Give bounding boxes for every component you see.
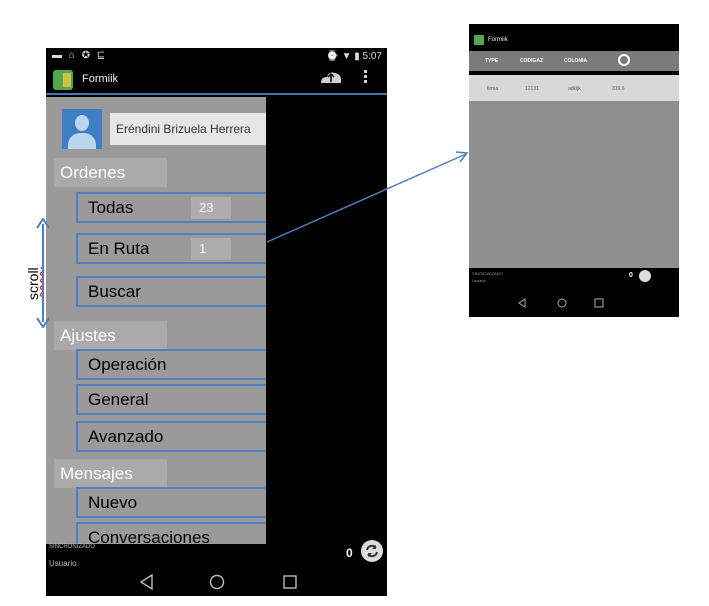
recents-icon[interactable]: [281, 574, 299, 590]
menu-item-label: Operación: [88, 355, 167, 374]
scroll-arrow-icon: [36, 218, 50, 328]
status-bar: [469, 24, 679, 32]
menu-item-todas[interactable]: Todas 23: [76, 192, 266, 223]
count-badge: 23: [191, 197, 231, 219]
notification-icons: ▬ ⌂ ✪ ⊑: [52, 50, 108, 61]
column-header[interactable]: CODIGAZ: [520, 58, 543, 64]
menu-item-general[interactable]: General: [76, 384, 266, 415]
section-header-mensajes: Mensajes: [54, 459, 167, 488]
table-cell: 319.6: [612, 86, 625, 92]
app-title: Formiik: [82, 73, 119, 85]
table-cell: adkljk: [568, 86, 581, 92]
table-header: TYPE CODIGAZ COLONIA: [469, 51, 679, 71]
table-row[interactable]: firma 12131 adkljk 319.6: [469, 75, 679, 101]
sync-icon[interactable]: [639, 270, 651, 282]
list-area: [469, 101, 679, 268]
main-phone-screen: ▬ ⌂ ✪ ⊑ ⌚ ▼ ▮ 5:07 Formiik Eréndini Briz…: [46, 48, 387, 596]
menu-item-label: Todas: [88, 198, 134, 217]
action-bar: Formiik: [46, 65, 387, 95]
user-label: Usuario: [472, 278, 486, 283]
count-badge: 1: [191, 238, 231, 260]
menu-item-avanzado[interactable]: Avanzado: [76, 421, 266, 452]
sync-label: SINCRONIZADO: [472, 271, 503, 276]
menu-item-operacion[interactable]: Operación: [76, 349, 266, 380]
sync-label: SINCRONIZADO: [49, 544, 96, 550]
user-name: Eréndini Brizuela Herrera: [110, 113, 266, 145]
menu-item-label: Nuevo: [88, 493, 138, 512]
pending-count: 0: [346, 546, 353, 560]
system-nav-bar: [46, 570, 387, 596]
section-header-ajustes: Ajustes: [54, 321, 167, 350]
user-label: Usuario: [49, 559, 77, 568]
table-cell: 12131: [525, 86, 539, 92]
sync-status-bar: SINCRONIZADO Usuario 0: [46, 540, 387, 570]
overflow-menu-icon[interactable]: [364, 70, 368, 86]
app-title: Formiik: [488, 37, 508, 43]
back-icon[interactable]: [138, 574, 156, 590]
timer-icon[interactable]: [618, 54, 630, 66]
system-nav-bar: [469, 290, 679, 317]
table-cell: firma: [487, 86, 499, 92]
sync-status-bar: SINCRONIZADO Usuario 0: [469, 268, 679, 290]
column-header[interactable]: COLONIA: [564, 58, 587, 64]
navigation-drawer: Eréndini Brizuela Herrera Ordenes Todas …: [46, 97, 266, 544]
back-icon[interactable]: [517, 298, 527, 308]
menu-item-label: Avanzado: [88, 427, 164, 446]
menu-item-buscar[interactable]: Buscar: [76, 276, 266, 307]
home-icon[interactable]: [208, 574, 226, 590]
sync-icon[interactable]: [361, 540, 383, 562]
menu-item-nuevo[interactable]: Nuevo: [76, 487, 266, 518]
app-logo-icon[interactable]: [474, 35, 484, 45]
menu-item-label: Conversaciones: [88, 528, 210, 544]
home-icon[interactable]: [557, 298, 567, 308]
recents-icon[interactable]: [594, 298, 604, 308]
status-right: ⌚ ▼ ▮ 5:07: [326, 51, 382, 62]
app-logo-icon[interactable]: [53, 70, 73, 90]
menu-item-label: General: [88, 390, 149, 409]
column-header[interactable]: TYPE: [485, 58, 498, 64]
status-time: 5:07: [362, 51, 382, 62]
menu-item-label: En Ruta: [88, 239, 150, 258]
cloud-upload-icon[interactable]: [319, 70, 343, 84]
status-bar: ▬ ⌂ ✪ ⊑ ⌚ ▼ ▮ 5:07: [46, 48, 387, 65]
action-bar: Formiik: [469, 32, 679, 49]
avatar: [62, 109, 102, 149]
menu-item-en-ruta[interactable]: En Ruta 1: [76, 233, 266, 264]
section-header-ordenes: Ordenes: [54, 158, 167, 187]
menu-item-conversaciones[interactable]: Conversaciones: [76, 522, 266, 544]
pending-count: 0: [629, 272, 633, 279]
secondary-phone-screen: Formiik TYPE CODIGAZ COLONIA firma 12131…: [469, 24, 679, 317]
menu-item-label: Buscar: [88, 282, 141, 301]
